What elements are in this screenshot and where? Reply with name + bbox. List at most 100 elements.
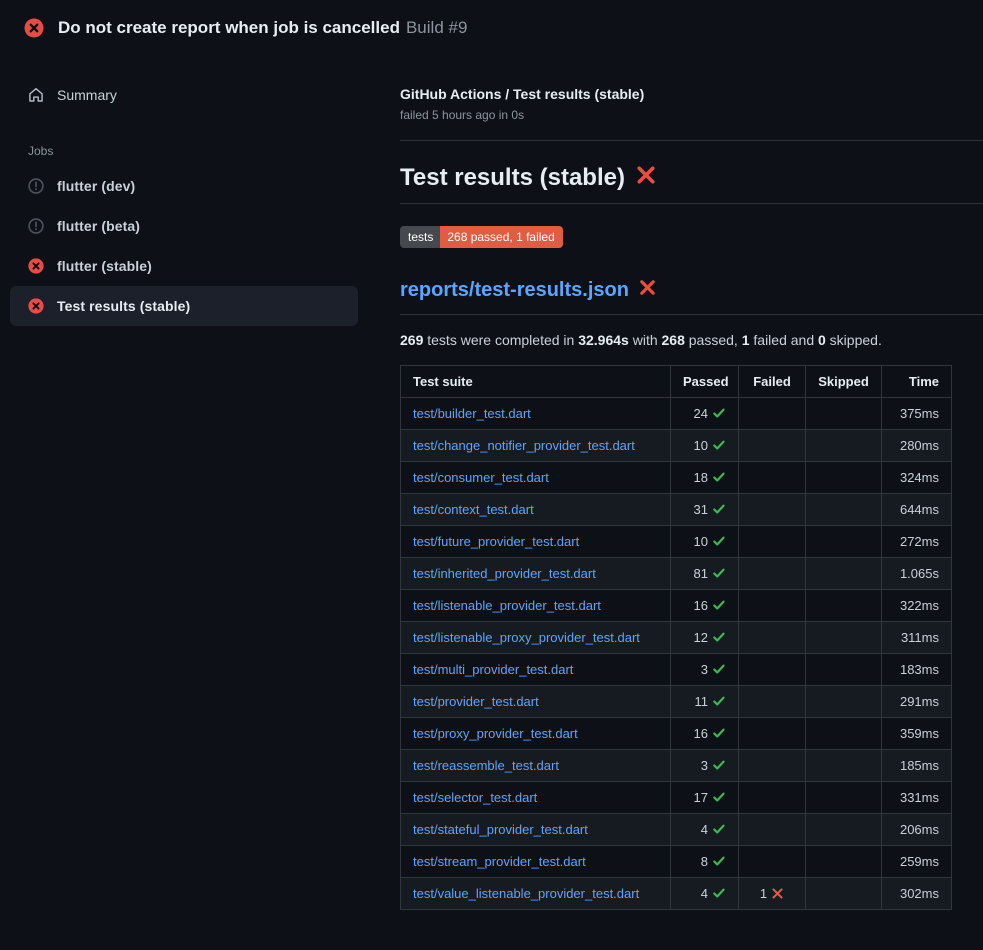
test-suite-link[interactable]: test/future_provider_test.dart: [413, 534, 579, 549]
passed-count-cell: 3: [671, 654, 739, 686]
time-cell: 291ms: [882, 686, 952, 718]
time-cell: 280ms: [882, 430, 952, 462]
failed-count-cell: [739, 654, 806, 686]
check-icon: [712, 694, 726, 708]
column-header-failed: Failed: [739, 366, 806, 398]
test-suite-link[interactable]: test/context_test.dart: [413, 502, 534, 517]
test-suite-link[interactable]: test/listenable_proxy_provider_test.dart: [413, 630, 640, 645]
sidebar-job-item-2[interactable]: flutter (beta): [10, 206, 358, 246]
test-suite-link[interactable]: test/listenable_provider_test.dart: [413, 598, 601, 613]
sidebar-item-summary[interactable]: Summary: [10, 76, 358, 114]
passed-count: 16: [694, 598, 708, 613]
check-icon: [712, 726, 726, 740]
home-icon: [28, 87, 44, 103]
test-suite-link[interactable]: test/stateful_provider_test.dart: [413, 822, 588, 837]
passed-count-cell: 8: [671, 846, 739, 878]
passed-count: 3: [701, 758, 708, 773]
tests-status-badge: tests 268 passed, 1 failed: [400, 226, 563, 248]
passed-count-cell: 18: [671, 462, 739, 494]
failed-count-cell: [739, 430, 806, 462]
job-label: Test results (stable): [57, 298, 190, 314]
skipped-count-cell: [806, 718, 882, 750]
failed-count-cell: [739, 846, 806, 878]
passed-count-cell: 24: [671, 398, 739, 430]
test-suite-link[interactable]: test/value_listenable_provider_test.dart: [413, 886, 639, 901]
test-suite-link[interactable]: test/reassemble_test.dart: [413, 758, 559, 773]
jobs-section-label: Jobs: [0, 144, 368, 158]
time-cell: 644ms: [882, 494, 952, 526]
test-suite-link[interactable]: test/selector_test.dart: [413, 790, 537, 805]
check-suite-breadcrumb: GitHub Actions / Test results (stable): [400, 86, 983, 102]
check-run-content: GitHub Actions / Test results (stable) f…: [368, 56, 983, 910]
skipped-count-cell: [806, 398, 882, 430]
skipped-count-cell: [806, 622, 882, 654]
passed-count-cell: 3: [671, 750, 739, 782]
x-circle-fill-icon: [24, 18, 44, 38]
cancelled-icon: [28, 218, 44, 234]
test-suite-link[interactable]: test/consumer_test.dart: [413, 470, 549, 485]
check-icon: [712, 598, 726, 612]
passed-count: 3: [701, 662, 708, 677]
skipped-count-cell: [806, 590, 882, 622]
failed-x-icon: [636, 163, 656, 193]
column-header-skipped: Skipped: [806, 366, 882, 398]
time-cell: 375ms: [882, 398, 952, 430]
failed-count-cell: [739, 622, 806, 654]
table-row: test/multi_provider_test.dart 3 183ms: [401, 654, 952, 686]
passed-count: 18: [694, 470, 708, 485]
passed-count-cell: 12: [671, 622, 739, 654]
time-cell: 185ms: [882, 750, 952, 782]
summary-text: passed,: [685, 332, 742, 348]
test-suite-link[interactable]: test/builder_test.dart: [413, 406, 531, 421]
test-suite-link[interactable]: test/multi_provider_test.dart: [413, 662, 573, 677]
failed-count-cell: 1: [739, 878, 806, 910]
x-circle-fill-icon: [28, 298, 44, 314]
failed-count-cell: [739, 462, 806, 494]
time-cell: 302ms: [882, 878, 952, 910]
passed-count: 10: [694, 438, 708, 453]
test-suite-link[interactable]: test/stream_provider_test.dart: [413, 854, 586, 869]
skipped-count-cell: [806, 846, 882, 878]
sidebar-summary-label: Summary: [57, 87, 117, 103]
test-suite-link[interactable]: test/inherited_provider_test.dart: [413, 566, 596, 581]
failed-x-icon: [639, 278, 656, 303]
time-cell: 259ms: [882, 846, 952, 878]
check-icon: [712, 790, 726, 804]
badge-value: 268 passed, 1 failed: [440, 226, 562, 248]
report-file-link[interactable]: reports/test-results.json: [400, 278, 983, 315]
check-icon: [712, 406, 726, 420]
check-icon: [712, 630, 726, 644]
check-icon: [712, 438, 726, 452]
report-file-name: reports/test-results.json: [400, 278, 629, 303]
home-icon: [28, 87, 44, 103]
summary-number: 1: [742, 332, 750, 348]
job-label: flutter (beta): [57, 218, 140, 234]
jobs-sidebar: Summary Jobs flutter (dev) flutter (beta)…: [0, 56, 368, 326]
time-cell: 183ms: [882, 654, 952, 686]
summary-text: with: [629, 332, 662, 348]
test-suite-link[interactable]: test/provider_test.dart: [413, 694, 539, 709]
sidebar-job-item-1[interactable]: flutter (dev): [10, 166, 358, 206]
passed-count-cell: 16: [671, 718, 739, 750]
table-row: test/future_provider_test.dart10272ms: [401, 526, 952, 558]
summary-text: skipped.: [826, 332, 882, 348]
table-row: test/inherited_provider_test.dart811.065…: [401, 558, 952, 590]
build-number: Build #9: [406, 18, 467, 37]
failed-count-cell: [739, 814, 806, 846]
skipped-count-cell: [806, 494, 882, 526]
column-header-test-suite: Test suite: [401, 366, 671, 398]
summary-number: 0: [818, 332, 826, 348]
sidebar-job-item-4[interactable]: Test results (stable): [10, 286, 358, 326]
skipped-count-cell: [806, 686, 882, 718]
time-cell: 206ms: [882, 814, 952, 846]
table-row: test/proxy_provider_test.dart16359ms: [401, 718, 952, 750]
run-header: Do not create report when job is cancell…: [0, 0, 983, 56]
skipped-count-cell: [806, 782, 882, 814]
sidebar-job-item-3[interactable]: flutter (stable): [10, 246, 358, 286]
test-suite-link[interactable]: test/change_notifier_provider_test.dart: [413, 438, 635, 453]
passed-count: 10: [694, 534, 708, 549]
failed-x-icon: [639, 279, 656, 296]
test-suite-link[interactable]: test/proxy_provider_test.dart: [413, 726, 578, 741]
failed-count-cell: [739, 590, 806, 622]
failed-icon: [28, 298, 44, 314]
